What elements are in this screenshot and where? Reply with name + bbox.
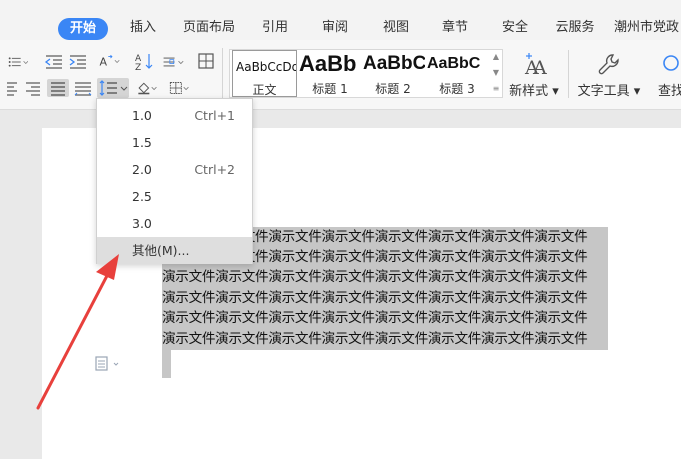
line-spacing-icon[interactable]: [97, 78, 129, 98]
menu-item-shortcut: Ctrl+2: [194, 162, 235, 177]
align-right-icon[interactable]: [22, 79, 44, 97]
distributed-align-icon[interactable]: [72, 79, 94, 97]
tab-security[interactable]: 安全: [498, 17, 532, 39]
doc-line-6[interactable]: 演示文件演示文件演示文件演示文件演示文件演示文件演示文件演示文件: [162, 329, 608, 350]
menu-item-label: 其他(M)...: [132, 243, 190, 258]
menu-item-label: 1.5: [132, 135, 152, 150]
style-preview: AaBbCcDd: [236, 60, 297, 74]
table-insert-icon[interactable]: [196, 52, 218, 70]
style-normal[interactable]: AaBbCcDd 正文: [232, 50, 297, 97]
tab-page-layout[interactable]: 页面布局: [180, 17, 238, 39]
tab-home[interactable]: 开始: [58, 18, 108, 40]
style-caption: 标题 3: [439, 82, 475, 96]
increase-indent-icon[interactable]: [68, 53, 90, 71]
annotation-arrow: [30, 248, 130, 418]
ribbon-separator: [222, 48, 223, 102]
menu-item-label: 1.0: [132, 108, 152, 123]
wrench-icon: [596, 52, 622, 78]
tab-insert[interactable]: 插入: [126, 17, 160, 39]
align-left-icon[interactable]: [0, 79, 17, 97]
menu-item-spacing-1-0[interactable]: 1.0 Ctrl+1: [97, 102, 252, 129]
text-tools-text: 文字工具: [577, 84, 630, 99]
text-direction-icon[interactable]: A: [98, 52, 128, 70]
style-preview: AaBbC: [427, 55, 481, 72]
gallery-down-icon[interactable]: ▼: [492, 68, 500, 78]
svg-text:A: A: [532, 57, 547, 78]
tab-cloud-services[interactable]: 云服务: [553, 17, 597, 39]
tab-chaozhou-party[interactable]: 潮州市党政: [614, 17, 681, 39]
tab-view[interactable]: 视图: [379, 17, 413, 39]
menu-item-label: 2.0: [132, 162, 152, 177]
style-caption: 正文: [252, 83, 277, 97]
menu-item-label: 2.5: [132, 189, 152, 204]
menu-item-label: 3.0: [132, 216, 152, 231]
new-style-text: 新样式: [509, 84, 549, 99]
ribbon-tab-bar: 开始 插入 页面布局 引用 审阅 视图 章节 安全 云服务 潮州市党政: [0, 0, 681, 40]
justify-icon[interactable]: [47, 79, 69, 97]
new-style-icon: AA: [521, 52, 547, 79]
doc-line-5[interactable]: 演示文件演示文件演示文件演示文件演示文件演示文件演示文件演示文件: [162, 308, 608, 329]
style-gallery: AaBbCcDd 正文 AaBb 标题 1 AaBbC 标题 2 AaBbC 标…: [229, 49, 503, 98]
new-style-button[interactable]: AA 新样式 ▾: [506, 52, 562, 99]
paragraph-settings-icon[interactable]: [162, 53, 190, 71]
doc-line-3[interactable]: 演示文件演示文件演示文件演示文件演示文件演示文件演示文件演示文件: [162, 267, 608, 288]
new-style-label: 新样式 ▾: [509, 84, 559, 99]
find-button[interactable]: 查找: [652, 52, 681, 99]
style-caption: 标题 2: [375, 82, 411, 96]
tab-review[interactable]: 审阅: [318, 17, 352, 39]
ribbon-separator: [568, 50, 569, 98]
gallery-up-icon[interactable]: ▲: [492, 52, 500, 62]
sort-icon[interactable]: AZ: [134, 52, 156, 70]
menu-item-spacing-2-5[interactable]: 2.5: [97, 183, 252, 210]
selection-tail: [162, 349, 171, 378]
tab-chapters[interactable]: 章节: [438, 17, 472, 39]
find-label: 查找: [658, 84, 681, 99]
fill-color-icon[interactable]: [136, 79, 164, 97]
svg-text:A: A: [99, 55, 107, 68]
text-tools-button[interactable]: 文字工具 ▾: [576, 52, 642, 99]
style-preview: AaBbC: [363, 53, 425, 74]
borders-icon[interactable]: [168, 79, 196, 97]
menu-item-shortcut: Ctrl+1: [194, 108, 235, 123]
tab-references[interactable]: 引用: [258, 17, 292, 39]
decrease-indent-icon[interactable]: [44, 53, 66, 71]
bullet-list-icon[interactable]: [6, 53, 36, 71]
gallery-expand-icon[interactable]: ≡: [492, 84, 500, 94]
menu-item-spacing-2-0[interactable]: 2.0 Ctrl+2: [97, 156, 252, 183]
menu-item-spacing-3-0[interactable]: 3.0: [97, 210, 252, 237]
style-caption: 标题 1: [312, 82, 348, 96]
style-heading-2[interactable]: AaBbC 标题 2: [361, 50, 425, 97]
svg-text:Z: Z: [135, 63, 141, 70]
find-icon: [655, 52, 681, 78]
menu-item-spacing-1-5[interactable]: 1.5: [97, 129, 252, 156]
doc-line-4[interactable]: 演示文件演示文件演示文件演示文件演示文件演示文件演示文件演示文件: [162, 288, 608, 309]
style-heading-1[interactable]: AaBb 标题 1: [299, 50, 361, 97]
text-tools-label: 文字工具 ▾: [577, 84, 641, 99]
style-preview: AaBb: [299, 51, 357, 76]
style-heading-3[interactable]: AaBbC 标题 3: [425, 50, 489, 97]
line-spacing-menu: 1.0 Ctrl+1 1.5 2.0 Ctrl+2 2.5 3.0 其他(M).…: [96, 98, 253, 264]
